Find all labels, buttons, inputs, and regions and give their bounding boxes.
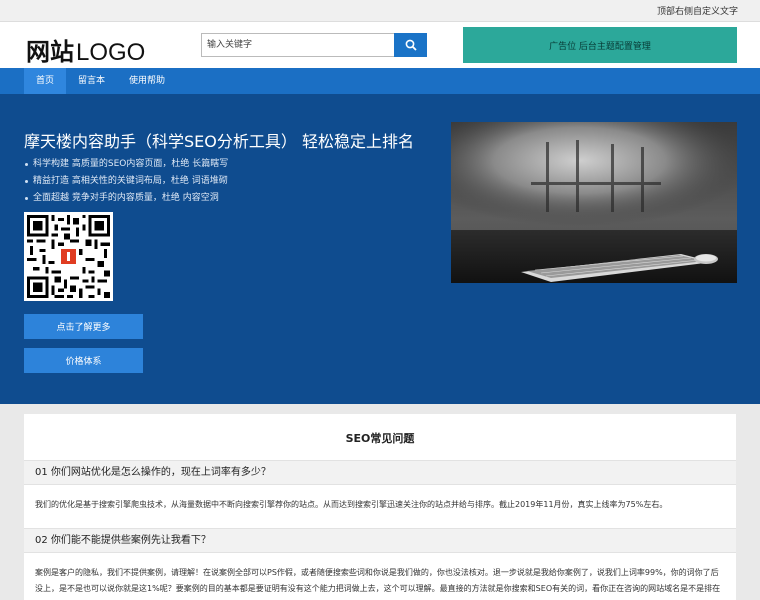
faq-question[interactable]: 02 你们能不能提供些案例先让我看下？ [24,528,736,553]
hero-section: 摩天楼内容助手（科学SEO分析工具） 轻松稳定上排名 科学构建 高质量的SEO内… [0,94,760,404]
logo-en-text: LOGO [76,39,146,66]
faq-answer: 案例是客户的隐私，我们不提供案例，请理解！在说案例全部可以PS作假，或者随便搜索… [35,568,721,593]
header: 网站LOGO 广告位 后台主题配置管理 [0,22,760,68]
nav-item-home[interactable]: 首页 [24,68,67,94]
faq-section: SEO常见问题 01 你们网站优化是怎么操作的，现在上词率有多少？ 我们的优化是… [24,414,736,600]
faq-answer: 我们的优化是基于搜索引擎爬虫技术，从海量数据中不断向搜索引擎荐你的站点。从而达到… [35,500,668,509]
nav-item-guestbook[interactable]: 留言本 [66,68,117,94]
learn-more-button[interactable]: 点击了解更多 [24,314,143,339]
search-icon [405,39,417,51]
qr-code [24,212,113,301]
faq-title: SEO常见问题 [345,432,415,445]
feature-list: 科学构建 高质量的SEO内容页面，杜绝 长篇瞎写 精益打造 高相关性的关键词布局… [24,156,228,207]
pricing-button[interactable]: 价格体系 [24,348,143,373]
search-input[interactable] [201,33,394,57]
feature-item: 精益打造 高相关性的关键词布局，杜绝 词语堆砌 [24,173,228,190]
search-box [201,33,427,57]
logo-cn-text: 网站 [26,39,74,66]
faq-question[interactable]: 01 你们网站优化是怎么操作的，现在上词率有多少？ [24,460,736,485]
main-nav: 首页 留言本 使用帮助 [0,68,760,94]
ad-banner[interactable]: 广告位 后台主题配置管理 [463,27,737,63]
ad-text: 广告位 后台主题配置管理 [549,41,651,52]
feature-item: 科学构建 高质量的SEO内容页面，杜绝 长篇瞎写 [24,156,228,173]
site-logo[interactable]: 网站LOGO [26,32,145,67]
top-right-text[interactable]: 顶部右侧自定义文字 [657,4,738,17]
hero-image [451,122,737,283]
nav-item-help[interactable]: 使用帮助 [117,68,177,94]
top-bar: 顶部右侧自定义文字 [0,0,760,22]
hero-title: 摩天楼内容助手（科学SEO分析工具） 轻松稳定上排名 [24,132,414,151]
feature-item: 全面超越 竞争对手的内容质量，杜绝 内容空洞 [24,190,228,207]
search-button[interactable] [394,33,427,57]
